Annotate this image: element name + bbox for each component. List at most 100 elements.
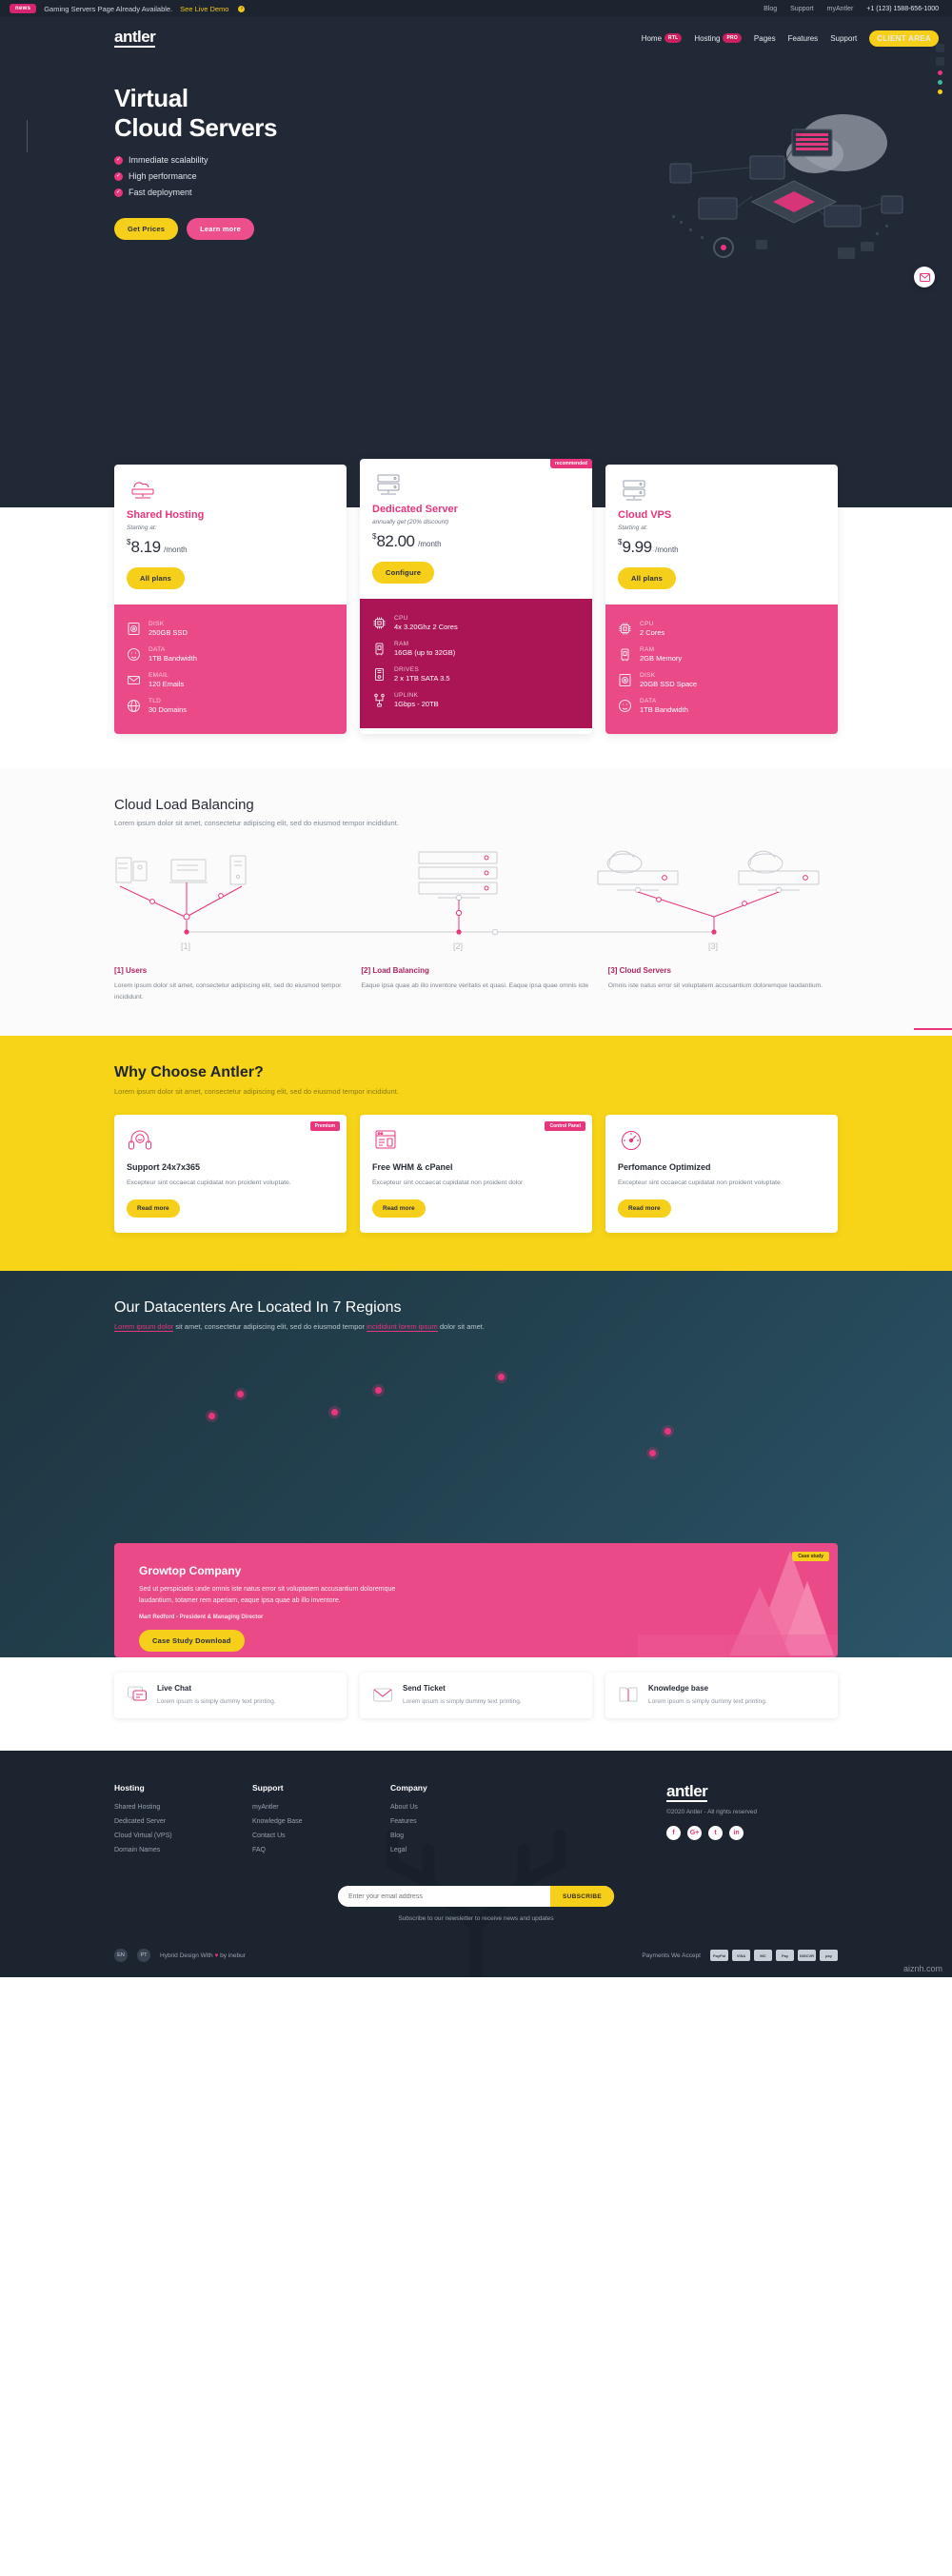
site-logo[interactable]: antler (114, 29, 156, 48)
why-card-performance[interactable]: Perfomance Optimized Excepteur sint occa… (605, 1114, 838, 1234)
nav-item-home[interactable]: Home RTL (642, 33, 683, 43)
why-card-cpanel[interactable]: Control Panel Free WHM & cPanel Excepteu… (360, 1114, 592, 1234)
why-card-support[interactable]: Premium Support 24x7x365 Excepteur sint … (114, 1114, 347, 1234)
all-plans-button[interactable]: All plans (618, 567, 677, 589)
pricing-card-dedicated-server[interactable]: recommended Dedicated Server annually ge… (360, 459, 592, 734)
lb-column-text: Eaque ipsa quae ab illo inventore verita… (361, 982, 589, 989)
tile-live-chat[interactable]: Live Chat Lorem ipsum is simply dummy te… (114, 1673, 347, 1719)
map-marker[interactable] (649, 1449, 657, 1456)
spec-key: CPU (394, 615, 408, 622)
nav-item-pages[interactable]: Pages (754, 34, 776, 43)
pricing-card-shared-hosting[interactable]: Shared Hosting Starting at: $8.19 /month… (114, 465, 347, 734)
footer-link[interactable]: About Us (390, 1804, 528, 1811)
email-field[interactable] (338, 1886, 551, 1908)
map-marker[interactable] (208, 1412, 215, 1419)
footer-link[interactable]: Blog (390, 1833, 528, 1839)
phone-number[interactable]: +1 (123) 1588-656-1000 (866, 6, 939, 12)
tile-knowledge-base[interactable]: Knowledge base Lorem ipsum is simply dum… (605, 1673, 838, 1719)
subscribe-button[interactable]: SUBSCRIBE (550, 1886, 614, 1908)
settings-square-icon[interactable] (936, 44, 944, 52)
case-study-banner[interactable]: Case study Growtop Company Sed ut perspi… (114, 1543, 838, 1658)
footer-link[interactable]: Shared Hosting (114, 1804, 252, 1811)
learn-more-button[interactable]: Learn more (187, 218, 254, 241)
footer-link[interactable]: Dedicated Server (114, 1818, 252, 1825)
utility-link-blog[interactable]: Blog (764, 6, 777, 12)
layout-square-icon[interactable] (936, 57, 944, 66)
twitter-icon[interactable]: t (708, 1826, 723, 1841)
tile-text: Live Chat Lorem ipsum is simply dummy te… (157, 1684, 276, 1707)
color-swatch-pink[interactable] (938, 70, 942, 75)
scroll-indicator[interactable] (914, 1027, 952, 1030)
pricing-card-action: All plans (618, 567, 825, 589)
footer-logo[interactable]: antler (666, 1783, 708, 1803)
read-more-button[interactable]: Read more (618, 1199, 671, 1219)
hero-text-block: Virtual Cloud Servers ✓ Immediate scalab… (27, 84, 400, 241)
why-choose-cards: Premium Support 24x7x365 Excepteur sint … (114, 1114, 838, 1234)
color-swatch-yellow[interactable] (938, 89, 942, 94)
why-card-text: Excepteur sint occaecat cupidatat non pr… (127, 1179, 291, 1186)
footer-link[interactable]: myAntler (252, 1804, 390, 1811)
linkedin-icon[interactable]: in (729, 1826, 744, 1841)
map-marker[interactable] (664, 1428, 671, 1436)
footer-link[interactable]: Knowledge Base (252, 1818, 390, 1825)
nav-item-hosting[interactable]: Hosting PRO (694, 33, 742, 43)
map-marker[interactable] (374, 1387, 382, 1395)
ram-icon (618, 647, 632, 662)
read-more-button[interactable]: Read more (127, 1199, 180, 1219)
lb-column-title: [1] Users (114, 966, 148, 975)
nav-item-features[interactable]: Features (788, 34, 819, 43)
subtitle-mid: sit amet, consectetur adipiscing elit, s… (173, 1322, 367, 1332)
color-swatch-teal[interactable] (938, 80, 942, 85)
spec-value: 30 Domains (149, 705, 188, 714)
utility-link-support[interactable]: Support (790, 6, 814, 12)
footer-bottom-bar: EN PT Hybrid Design With ♥ by inebur Pay… (114, 1949, 838, 1977)
side-theme-switcher[interactable] (936, 44, 944, 94)
language-toggle-en[interactable]: EN (114, 1949, 128, 1963)
pricing-card-subtitle: Starting at: (127, 525, 157, 531)
spec-text: CPU 2 Cores (640, 621, 664, 637)
email-icon (127, 673, 141, 687)
footer-brand: antler ©2020 Antler - All rights reserve… (666, 1783, 838, 1861)
load-balancing-columns: [1] Users Lorem ipsum dolor sit amet, co… (114, 966, 838, 1003)
facebook-icon[interactable]: f (666, 1826, 681, 1841)
pricing-card-action: All plans (127, 567, 334, 589)
footer-link[interactable]: Features (390, 1818, 528, 1825)
pricing-card-cloud-vps[interactable]: Cloud VPS Starting at: $9.99 /month All … (605, 465, 838, 734)
footer-link[interactable]: Legal (390, 1847, 528, 1853)
tile-send-ticket[interactable]: Send Ticket Lorem ipsum is simply dummy … (360, 1673, 592, 1719)
client-area-button[interactable]: CLIENT AREA (869, 30, 939, 47)
newsletter-input-group: SUBSCRIBE (338, 1886, 614, 1908)
pricing-card-header: Cloud VPS Starting at: $9.99 /month All … (605, 465, 838, 604)
contact-float-button[interactable] (914, 267, 935, 287)
footer-link[interactable]: Cloud Virtual (VPS) (114, 1833, 252, 1839)
see-live-demo-link[interactable]: See Live Demo (180, 5, 228, 13)
announcement-bar: news Gaming Servers Page Already Availab… (0, 0, 952, 17)
main-navigation: antler Home RTL Hosting PRO Pages Featur… (0, 17, 952, 50)
get-prices-button[interactable]: Get Prices (114, 218, 179, 241)
language-toggle-pt[interactable]: PT (137, 1949, 150, 1963)
footer-columns: Hosting Shared Hosting Dedicated Server … (114, 1783, 838, 1861)
all-plans-button[interactable]: All plans (127, 567, 186, 589)
spec-row: DISK 20GB SSD Space (618, 667, 825, 693)
check-icon: ✓ (114, 155, 123, 165)
subtitle-highlight-2: incididunt lorem ipsum (367, 1322, 438, 1333)
footer-link[interactable]: Contact Us (252, 1833, 390, 1839)
why-card-title: Support 24x7x365 (127, 1161, 201, 1172)
map-marker[interactable] (331, 1408, 338, 1416)
case-study-download-button[interactable]: Case Study Download (139, 1630, 245, 1653)
spec-value: 2 Cores (640, 628, 665, 637)
footer-link[interactable]: FAQ (252, 1847, 390, 1853)
map-marker[interactable] (237, 1391, 245, 1398)
read-more-button[interactable]: Read more (372, 1199, 426, 1219)
configure-button[interactable]: Configure (372, 562, 435, 584)
footer-link[interactable]: Domain Names (114, 1847, 252, 1853)
news-badge: news (10, 4, 37, 13)
utility-link-myantler[interactable]: myAntler (827, 6, 854, 12)
map-marker[interactable] (497, 1373, 505, 1380)
spec-text: RAM 16GB (up to 32GB) (394, 641, 455, 657)
copyright-text: ©2020 Antler - All rights reserved (666, 1809, 758, 1816)
lb-column-users: [1] Users Lorem ipsum dolor sit amet, co… (114, 966, 344, 1003)
nav-label: Hosting (694, 33, 721, 43)
nav-item-support[interactable]: Support (830, 34, 857, 43)
google-plus-icon[interactable]: G+ (687, 1826, 702, 1841)
